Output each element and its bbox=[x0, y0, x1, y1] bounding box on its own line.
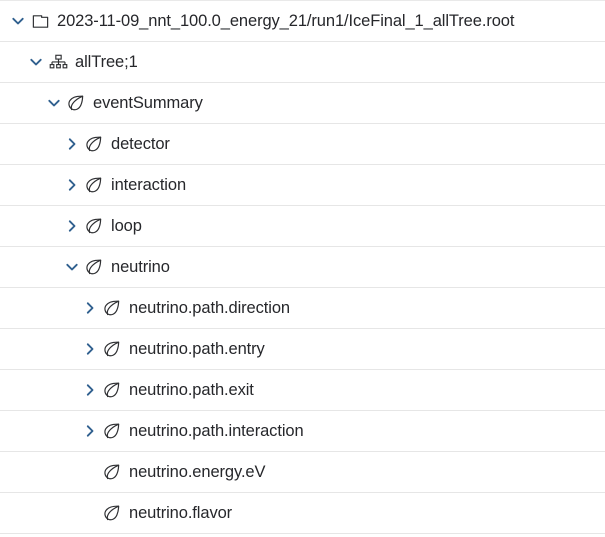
tree-row[interactable]: allTree;1 bbox=[0, 42, 605, 83]
tree-row[interactable]: neutrino.path.entry bbox=[0, 329, 605, 370]
tree-row[interactable]: eventSummary bbox=[0, 83, 605, 124]
tree-node-label: interaction bbox=[111, 175, 187, 194]
tree-node-label: eventSummary bbox=[93, 93, 203, 112]
tree-node-label: detector bbox=[111, 134, 170, 153]
tree-row[interactable]: 2023-11-09_nnt_100.0_energy_21/run1/IceF… bbox=[0, 0, 605, 42]
sitemap-icon bbox=[47, 51, 69, 73]
chevron-right-icon[interactable] bbox=[79, 379, 101, 401]
leaf-icon bbox=[83, 215, 105, 237]
tree-node-label: neutrino.energy.eV bbox=[129, 462, 266, 481]
chevron-right-icon[interactable] bbox=[79, 338, 101, 360]
leaf-icon bbox=[101, 461, 123, 483]
tree-node-label: 2023-11-09_nnt_100.0_energy_21/run1/IceF… bbox=[57, 11, 515, 30]
chevron-right-icon[interactable] bbox=[61, 174, 83, 196]
tree-node-label: neutrino.path.interaction bbox=[129, 421, 304, 440]
tree-node-label: neutrino.path.exit bbox=[129, 380, 254, 399]
chevron-right-icon[interactable] bbox=[61, 215, 83, 237]
tree-expander-placeholder bbox=[79, 461, 101, 483]
tree-row[interactable]: neutrino.path.interaction bbox=[0, 411, 605, 452]
tree-row[interactable]: neutrino.energy.eV bbox=[0, 452, 605, 493]
leaf-icon bbox=[83, 174, 105, 196]
leaf-icon bbox=[101, 379, 123, 401]
tree-node-label: loop bbox=[111, 216, 142, 235]
tree-row[interactable]: neutrino.path.exit bbox=[0, 370, 605, 411]
tree-node-label: neutrino bbox=[111, 257, 170, 276]
tree-row[interactable]: loop bbox=[0, 206, 605, 247]
tree-expander-placeholder bbox=[79, 502, 101, 524]
tree-node-label: neutrino.flavor bbox=[129, 503, 233, 522]
tree-row[interactable]: neutrino bbox=[0, 247, 605, 288]
chevron-down-icon[interactable] bbox=[43, 92, 65, 114]
chevron-right-icon[interactable] bbox=[79, 420, 101, 442]
tree-node-label: neutrino.path.entry bbox=[129, 339, 265, 358]
folder-icon bbox=[29, 10, 51, 32]
root-file-tree-browser: 2023-11-09_nnt_100.0_energy_21/run1/IceF… bbox=[0, 0, 605, 537]
leaf-icon bbox=[101, 338, 123, 360]
chevron-right-icon[interactable] bbox=[79, 297, 101, 319]
leaf-icon bbox=[65, 92, 87, 114]
tree-row[interactable]: neutrino.path.direction bbox=[0, 288, 605, 329]
tree-row[interactable]: neutrino.flavor bbox=[0, 493, 605, 534]
tree-node-label: neutrino.path.direction bbox=[129, 298, 290, 317]
tree-row[interactable]: interaction bbox=[0, 165, 605, 206]
chevron-down-icon[interactable] bbox=[61, 256, 83, 278]
leaf-icon bbox=[101, 297, 123, 319]
chevron-right-icon[interactable] bbox=[61, 133, 83, 155]
tree-row[interactable]: detector bbox=[0, 124, 605, 165]
chevron-down-icon[interactable] bbox=[7, 10, 29, 32]
leaf-icon bbox=[101, 420, 123, 442]
tree-node-label: allTree;1 bbox=[75, 52, 138, 71]
chevron-down-icon[interactable] bbox=[25, 51, 47, 73]
leaf-icon bbox=[83, 256, 105, 278]
leaf-icon bbox=[101, 502, 123, 524]
leaf-icon bbox=[83, 133, 105, 155]
